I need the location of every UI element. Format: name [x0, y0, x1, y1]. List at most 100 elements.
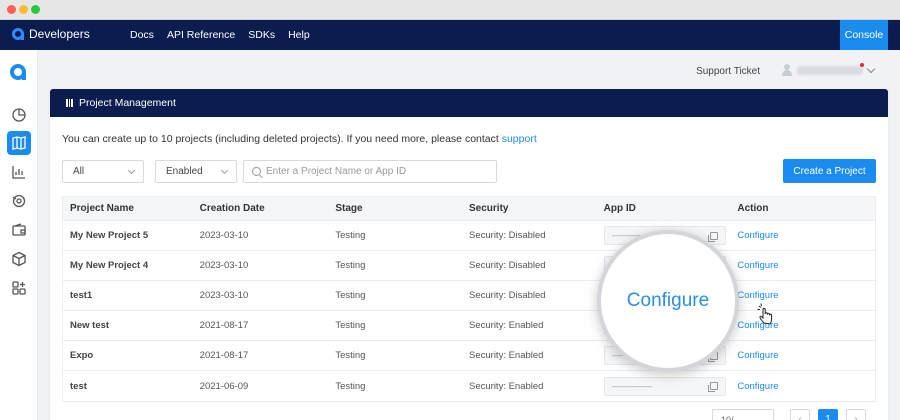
- column-header-project-name[interactable]: Project Name: [63, 203, 200, 214]
- configure-link[interactable]: Configure: [737, 290, 778, 301]
- sidebar-item-projects[interactable]: [7, 131, 31, 155]
- projects-table: Project Name Creation Date Stage Securit…: [62, 196, 876, 402]
- type-filter-select[interactable]: All: [62, 160, 144, 183]
- status-filter-value: Enabled: [166, 166, 203, 177]
- project-name-cell: New test: [70, 320, 110, 331]
- sidebar-item-monitor[interactable]: [7, 189, 31, 213]
- window-titlebar: [0, 0, 900, 20]
- creation-date-cell: 2021-08-17: [199, 350, 249, 361]
- configure-link[interactable]: Configure: [737, 230, 778, 241]
- search-input[interactable]: [266, 166, 486, 177]
- search-icon: [252, 167, 261, 176]
- copy-icon[interactable]: [707, 382, 718, 392]
- hand-pointer-cursor-icon: [757, 303, 773, 325]
- zoom-magnifier: Configure: [597, 230, 739, 372]
- app-id-field: ------------------------: [603, 376, 726, 396]
- nav-link-sdks[interactable]: SDKs: [248, 29, 275, 41]
- project-name-cell: test: [70, 380, 87, 392]
- project-management-icon: [66, 99, 74, 107]
- configure-link[interactable]: Configure: [737, 260, 778, 271]
- apps-grid-icon: [12, 281, 26, 295]
- monitor-icon: [12, 194, 26, 208]
- copy-icon[interactable]: [707, 231, 718, 242]
- chevron-down-icon: [866, 64, 876, 73]
- configure-link[interactable]: Configure: [737, 350, 778, 361]
- card-title: Project Management: [79, 97, 176, 109]
- security-cell: Security: Disabled: [469, 230, 546, 241]
- table-row: test1 2023-03-10 Testing Security: Disab…: [63, 281, 875, 311]
- support-link[interactable]: support: [502, 133, 537, 145]
- window-close-button[interactable]: [7, 5, 16, 14]
- project-name-cell: Expo: [70, 350, 94, 361]
- brand-logo-icon: [12, 28, 24, 40]
- sidebar-item-dashboard[interactable]: [7, 103, 31, 127]
- window-minimize-button[interactable]: [19, 5, 28, 14]
- nav-link-docs[interactable]: Docs: [130, 29, 154, 41]
- sidebar: [0, 50, 38, 420]
- table-row: test 2021-06-09 Testing Security: Enable…: [63, 371, 875, 401]
- projects-map-icon: [12, 136, 26, 150]
- security-cell: Security: Disabled: [469, 260, 546, 271]
- sidebar-item-analytics[interactable]: [7, 160, 31, 184]
- account-bar: Support Ticket: [38, 50, 900, 90]
- sidebar-item-billing[interactable]: [7, 218, 31, 242]
- top-navigation: Developers Docs API Reference SDKs Help …: [0, 20, 900, 50]
- table-row: My New Project 4 2023-03-10 Testing Secu…: [63, 251, 875, 281]
- creation-date-cell: 2023-03-10: [199, 230, 249, 241]
- nav-link-help[interactable]: Help: [288, 29, 310, 41]
- table-row: Expo 2021-08-17 Testing Security: Enable…: [63, 341, 875, 371]
- app-id-masked: ------------------------: [611, 381, 653, 391]
- column-header-creation-date[interactable]: Creation Date: [200, 203, 336, 214]
- console-button[interactable]: Console: [840, 20, 888, 50]
- column-header-action: Action: [737, 203, 769, 214]
- brand-name: Developers: [29, 27, 90, 41]
- stage-cell: Testing: [335, 260, 366, 271]
- creation-date-cell: 2023-03-10: [199, 290, 249, 301]
- stage-cell: Testing: [335, 380, 366, 392]
- support-ticket-link[interactable]: Support Ticket: [696, 66, 760, 77]
- search-box[interactable]: [243, 160, 497, 183]
- stage-cell: Testing: [335, 230, 366, 241]
- chevron-down-icon: [127, 166, 136, 175]
- creation-date-cell: 2023-03-10: [199, 260, 249, 271]
- sidebar-item-packages[interactable]: [7, 247, 31, 271]
- security-cell: Security: Enabled: [469, 350, 544, 361]
- next-page-button[interactable]: ›: [846, 409, 866, 420]
- brand[interactable]: Developers: [12, 27, 90, 41]
- app-logo-icon: [10, 64, 26, 80]
- notice-text: You can create up to 10 projects (includ…: [62, 133, 502, 145]
- user-avatar-icon: [782, 64, 792, 76]
- creation-date-cell: 2021-06-09: [199, 380, 249, 392]
- chevron-down-icon: [220, 166, 229, 175]
- type-filter-value: All: [73, 166, 85, 177]
- page-size-select[interactable]: 10/...: [712, 409, 774, 420]
- current-page-button[interactable]: 1: [818, 409, 838, 420]
- table-row: New test 2021-08-17 Testing Security: En…: [63, 311, 875, 341]
- status-filter-select[interactable]: Enabled: [155, 160, 237, 183]
- column-header-security[interactable]: Security: [469, 203, 604, 214]
- sidebar-item-apps[interactable]: [7, 276, 31, 300]
- user-name-redacted: [797, 65, 863, 75]
- filter-bar: All Enabled Create a Project: [62, 159, 876, 183]
- project-name-cell: My New Project 5: [70, 230, 149, 241]
- window-maximize-button[interactable]: [31, 5, 40, 14]
- prev-page-button[interactable]: ‹: [790, 409, 810, 420]
- column-header-stage[interactable]: Stage: [335, 203, 469, 214]
- project-name-cell: test1: [70, 290, 93, 301]
- stage-cell: Testing: [335, 320, 366, 331]
- project-management-card: Project Management You can create up to …: [50, 89, 888, 420]
- dashboard-icon: [12, 108, 26, 122]
- security-cell: Security: Enabled: [469, 320, 544, 331]
- card-header: Project Management: [50, 89, 888, 117]
- configure-link[interactable]: Configure: [737, 381, 778, 392]
- create-project-button[interactable]: Create a Project: [783, 159, 876, 183]
- analytics-icon: [12, 166, 25, 179]
- nav-link-api-reference[interactable]: API Reference: [167, 29, 235, 41]
- app-id-cell: ------------------------: [603, 376, 738, 396]
- billing-wallet-icon: [12, 223, 26, 236]
- nav-links: Docs API Reference SDKs Help: [130, 29, 310, 41]
- security-cell: Security: Enabled: [469, 380, 544, 392]
- package-box-icon: [12, 251, 26, 267]
- stage-cell: Testing: [335, 350, 366, 361]
- column-header-app-id: App ID: [603, 203, 636, 214]
